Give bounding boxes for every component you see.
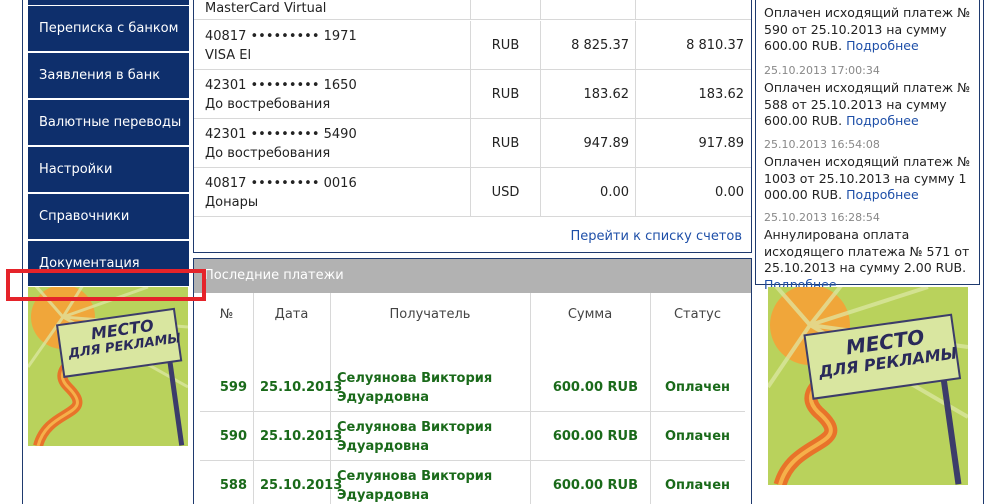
payment-status: Оплачен	[650, 363, 745, 412]
recent-payments-title: Последние платежи	[194, 259, 751, 293]
ad-banner-right[interactable]: МЕСТО ДЛЯ РЕКЛАМЫ	[768, 287, 968, 485]
notification-item: 25.10.2013 16:54:08 Оплачен исходящий пл…	[764, 138, 976, 204]
account-number: 42301 ••••••••• 1650	[205, 78, 357, 93]
payment-amount: 600.00 RUB	[530, 363, 650, 412]
notification-date: 25.10.2013 16:54:08	[764, 138, 880, 151]
all-accounts-link[interactable]: Перейти к списку счетов	[570, 229, 742, 244]
payment-recipient: Селуянова Виктория Эдуардовна	[330, 363, 530, 412]
news-panel-border-right	[979, 0, 980, 285]
notification-more-link[interactable]: Подробнее	[846, 187, 919, 202]
notification-date: 25.10.2013 16:28:54	[764, 211, 880, 224]
column-header-amount[interactable]: Сумма	[530, 307, 650, 322]
account-available: 183.62	[635, 70, 751, 119]
sidebar-item-bank-correspondence[interactable]: Переписка с банком	[28, 6, 189, 51]
sidebar-item-label: Настройки	[39, 162, 113, 177]
account-currency: USD	[470, 168, 540, 217]
sidebar-item-settings[interactable]: Настройки	[28, 147, 189, 192]
account-number: 40817 ••••••••• 0016	[205, 176, 357, 191]
account-name: VISA El	[205, 48, 252, 63]
account-row[interactable]: 42301 ••••••••• 1650 До востребования RU…	[194, 70, 751, 119]
notification-text: Аннулирована оплата исходящего платежа №…	[764, 227, 970, 275]
account-name: Донары	[205, 195, 259, 210]
account-balance: 183.62	[540, 70, 635, 119]
notification-more-link[interactable]: Подробнее	[846, 113, 919, 128]
accounts-table: MasterCard Virtual 40817 ••••••••• 1971 …	[193, 0, 752, 253]
notification-item: Оплачен исходящий платеж № 590 от 25.10.…	[764, 5, 976, 55]
account-available: 8 810.37	[635, 21, 751, 70]
payment-recipient: Селуянова Виктория Эдуардовна	[330, 461, 530, 504]
payment-row[interactable]: 590 25.10.2013 Селуянова Виктория Эдуард…	[200, 412, 745, 461]
account-number: 40817 ••••••••• 1971	[205, 29, 357, 44]
account-balance: 8 825.37	[540, 21, 635, 70]
sidebar-item-label: Валютные переводы	[39, 115, 182, 130]
account-row-partial[interactable]: MasterCard Virtual	[194, 0, 751, 20]
sidebar-item-label: Переписка с банком	[39, 21, 179, 36]
account-currency: RUB	[470, 119, 540, 168]
account-row[interactable]: 40817 ••••••••• 1971 VISA El RUB 8 825.3…	[194, 21, 751, 70]
left-frame-line	[22, 0, 23, 504]
account-currency: RUB	[470, 70, 540, 119]
sidebar-item-bank-applications[interactable]: Заявления в банк	[28, 53, 189, 98]
sidebar-item-top-stub[interactable]	[28, 0, 189, 5]
account-currency: RUB	[470, 21, 540, 70]
payment-row[interactable]: 599 25.10.2013 Селуянова Виктория Эдуард…	[200, 363, 745, 412]
right-frame-line	[983, 0, 984, 504]
account-available: 0.00	[635, 168, 751, 217]
payment-amount: 600.00 RUB	[530, 412, 650, 461]
payment-amount: 600.00 RUB	[530, 461, 650, 504]
payment-date: 25.10.2013	[253, 412, 342, 461]
account-balance: 0.00	[540, 168, 635, 217]
notification-item: 25.10.2013 16:28:54 Аннулирована оплата …	[764, 211, 976, 293]
account-name: До востребования	[205, 146, 331, 161]
payment-row[interactable]: 588 25.10.2013 Селуянова Виктория Эдуард…	[200, 461, 745, 504]
recent-payments-panel: Последние платежи № Дата Получатель Сумм…	[193, 258, 752, 504]
highlight-box	[6, 269, 206, 301]
payment-number: 599	[200, 363, 253, 412]
column-header-number[interactable]: №	[200, 307, 253, 322]
sidebar-item-label: Заявления в банк	[39, 68, 161, 83]
ad-banner-left[interactable]: МЕСТО ДЛЯ РЕКЛАМЫ	[28, 287, 188, 446]
account-available: 917.89	[635, 119, 751, 168]
news-panel-border-left	[755, 0, 756, 285]
column-header-status[interactable]: Статус	[650, 307, 745, 322]
payment-number: 590	[200, 412, 253, 461]
sidebar-item-reference-books[interactable]: Справочники	[28, 194, 189, 239]
payment-recipient: Селуянова Виктория Эдуардовна	[330, 412, 530, 461]
ad-illustration	[28, 287, 188, 446]
account-row[interactable]: 40817 ••••••••• 0016 Донары USD 0.00 0.0…	[194, 168, 751, 217]
notification-item: 25.10.2013 17:00:34 Оплачен исходящий пл…	[764, 64, 976, 130]
payment-status: Оплачен	[650, 412, 745, 461]
account-row[interactable]: 42301 ••••••••• 5490 До востребования RU…	[194, 119, 751, 168]
sidebar-item-currency-transfers[interactable]: Валютные переводы	[28, 100, 189, 145]
column-header-recipient[interactable]: Получатель	[330, 307, 530, 322]
payment-number: 588	[200, 461, 253, 504]
account-number: 42301 ••••••••• 5490	[205, 127, 357, 142]
payment-date: 25.10.2013	[253, 461, 342, 504]
column-header-date[interactable]: Дата	[253, 307, 330, 322]
sidebar-item-label: Справочники	[39, 209, 130, 224]
payments-table: № Дата Получатель Сумма Статус 599 25.10…	[200, 293, 745, 504]
payment-date: 25.10.2013	[253, 363, 342, 412]
notification-more-link[interactable]: Подробнее	[846, 38, 919, 53]
account-balance: 947.89	[540, 119, 635, 168]
payment-status: Оплачен	[650, 461, 745, 504]
account-name: До востребования	[205, 97, 331, 112]
account-name: MasterCard Virtual	[205, 1, 327, 16]
ad-illustration	[768, 287, 968, 485]
notification-date: 25.10.2013 17:00:34	[764, 64, 880, 77]
